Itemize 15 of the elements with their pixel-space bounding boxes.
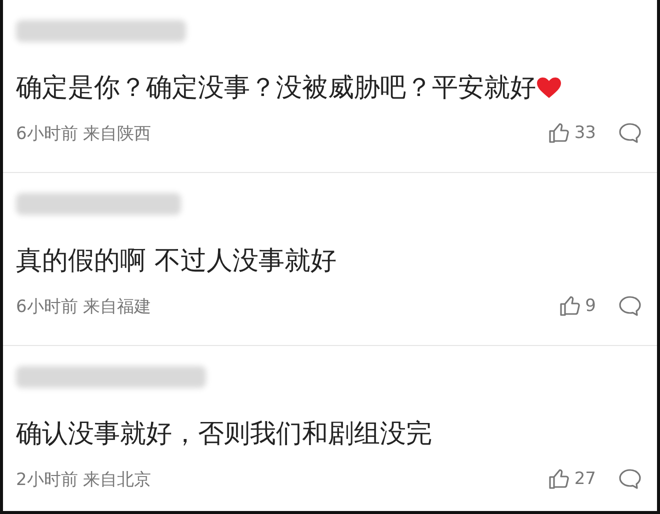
thumbs-up-icon[interactable] (548, 122, 570, 144)
comment-meta: 6小时前 来自陕西 (16, 122, 152, 144)
comment-text: 确定是你？确定没事？没被威胁吧？平安就好 (16, 72, 536, 105)
comment-icon[interactable] (618, 295, 642, 317)
thumbs-up-icon[interactable] (548, 468, 570, 490)
like-count: 27 (574, 469, 596, 489)
comment-icon[interactable] (618, 468, 642, 490)
comment-icon[interactable] (618, 122, 642, 144)
like-count: 33 (574, 123, 596, 143)
comment-text: 真的假的啊 不过人没事就好 (16, 245, 336, 278)
comment-meta: 2小时前 来自北京 (16, 468, 152, 490)
thumbs-up-icon[interactable] (559, 295, 582, 317)
comment-meta: 6小时前 来自福建 (16, 296, 152, 318)
comment-text: 确认没事就好，否则我们和剧组没完 (16, 418, 432, 451)
like-count: 9 (585, 296, 596, 316)
